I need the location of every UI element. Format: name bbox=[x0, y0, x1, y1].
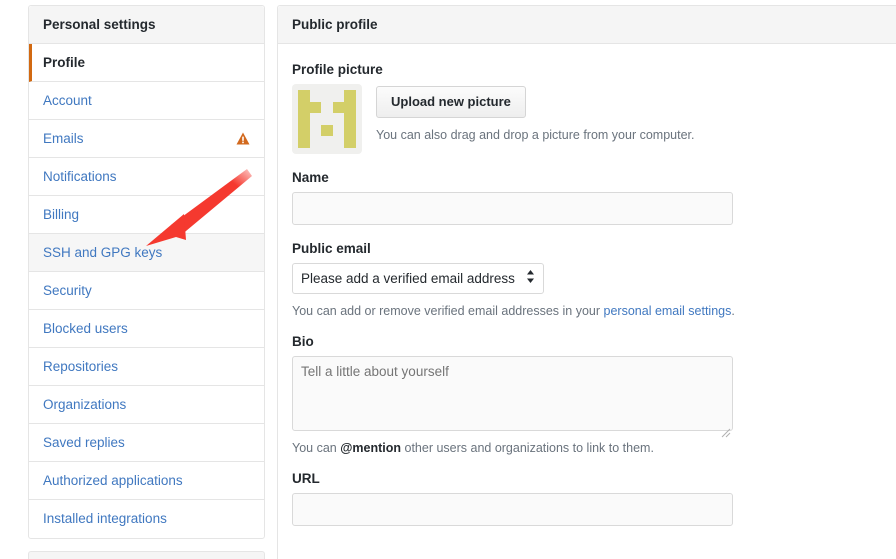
url-input[interactable] bbox=[292, 493, 733, 526]
sidebar-item-label: Repositories bbox=[43, 359, 119, 374]
identicon-cell-0-0 bbox=[298, 90, 310, 102]
sidebar-item-organizations[interactable]: Organizations bbox=[29, 386, 264, 424]
profile-picture-section: Profile picture Upload new picture You c… bbox=[292, 62, 887, 154]
sidebar-item-label: Blocked users bbox=[43, 321, 128, 336]
personal-settings-sidebar: Personal settings Profile Account Emails No… bbox=[28, 5, 265, 539]
sidebar-item-authorized-applications[interactable]: Authorized applications bbox=[29, 462, 264, 500]
identicon-cell-1-3 bbox=[332, 101, 345, 114]
profile-picture-label: Profile picture bbox=[292, 62, 383, 77]
identicon-cell-1-2 bbox=[321, 102, 333, 114]
sidebar-item-label: Notifications bbox=[43, 169, 117, 184]
identicon-cell-2-0 bbox=[298, 113, 310, 125]
sidebar-item-profile[interactable]: Profile bbox=[29, 44, 264, 82]
sidebar-item-label: Profile bbox=[43, 55, 86, 70]
public-email-section: Public email Please add a verified email… bbox=[292, 241, 887, 318]
url-label: URL bbox=[292, 471, 320, 486]
sidebar-item-label: Installed integrations bbox=[43, 511, 167, 526]
bio-hint-after: other users and organizations to link to… bbox=[401, 441, 654, 455]
sidebar-item-label: Authorized applications bbox=[43, 473, 183, 488]
identicon-cell-4-1 bbox=[310, 136, 322, 148]
identicon-cell-2-3 bbox=[333, 113, 345, 125]
drag-drop-note: You can also drag and drop a picture fro… bbox=[376, 127, 695, 142]
avatar-identicon[interactable] bbox=[292, 84, 362, 154]
sidebar-item-label: Saved replies bbox=[43, 435, 125, 450]
identicon-cell-1-1 bbox=[309, 101, 322, 114]
public-profile-panel: Public profile Profile picture Upload ne… bbox=[277, 5, 896, 559]
name-section: Name bbox=[292, 170, 887, 225]
sidebar-item-billing[interactable]: Billing bbox=[29, 196, 264, 234]
sidebar-item-security[interactable]: Security bbox=[29, 272, 264, 310]
sidebar-item-emails[interactable]: Emails bbox=[29, 120, 264, 158]
public-email-hint-before: You can add or remove verified email add… bbox=[292, 304, 604, 318]
mention-keyword: @mention bbox=[340, 441, 402, 455]
public-email-label: Public email bbox=[292, 241, 371, 256]
identicon-cell-3-1 bbox=[310, 125, 322, 137]
settings-page: Personal settings Profile Account Emails No… bbox=[0, 0, 896, 559]
identicon-cell-2-2 bbox=[321, 113, 333, 125]
identicon-cell-4-2 bbox=[321, 136, 333, 148]
sidebar-item-label: Billing bbox=[43, 207, 80, 222]
name-input[interactable] bbox=[292, 192, 733, 225]
personal-email-settings-link[interactable]: personal email settings bbox=[604, 304, 732, 318]
identicon-cell-3-2 bbox=[321, 124, 333, 137]
sidebar-item-saved-replies[interactable]: Saved replies bbox=[29, 424, 264, 462]
sidebar-item-label: Emails bbox=[43, 131, 84, 146]
profile-form: Profile picture Upload new picture You c… bbox=[278, 44, 896, 526]
sidebar-item-repositories[interactable]: Repositories bbox=[29, 348, 264, 386]
public-email-hint-after: . bbox=[731, 304, 735, 318]
sidebar-item-label: Organizations bbox=[43, 397, 127, 412]
identicon-cell-0-1 bbox=[310, 90, 322, 102]
sidebar-item-installed-integrations[interactable]: Installed integrations bbox=[29, 500, 264, 538]
public-email-hint: You can add or remove verified email add… bbox=[292, 304, 887, 318]
identicon-cell-0-4 bbox=[344, 90, 356, 102]
identicon-cell-3-0 bbox=[298, 124, 310, 137]
sidebar-item-label: SSH and GPG keys bbox=[43, 245, 163, 260]
sidebar-nav-list: Profile Account Emails Notifications Billing… bbox=[29, 44, 264, 538]
identicon-cell-1-4 bbox=[344, 101, 356, 114]
bio-label: Bio bbox=[292, 334, 314, 349]
warning-triangle-icon bbox=[236, 132, 250, 146]
name-label: Name bbox=[292, 170, 329, 185]
identicon-cell-0-3 bbox=[333, 90, 345, 102]
panel-title: Public profile bbox=[278, 6, 896, 44]
bio-section: Bio You can @mention other users and org… bbox=[292, 334, 887, 455]
bio-hint-before: You can bbox=[292, 441, 341, 455]
sidebar-item-label: Security bbox=[43, 283, 92, 298]
bio-textarea[interactable] bbox=[292, 356, 733, 431]
identicon-cell-4-4 bbox=[344, 136, 356, 148]
identicon-cell-1-0 bbox=[298, 101, 310, 114]
sidebar-item-notifications[interactable]: Notifications bbox=[29, 158, 264, 196]
sidebar-item-blocked-users[interactable]: Blocked users bbox=[29, 310, 264, 348]
sidebar-item-ssh-and-gpg-keys[interactable]: SSH and GPG keys bbox=[29, 234, 264, 272]
identicon-cell-4-3 bbox=[333, 136, 345, 148]
identicon-cell-3-3 bbox=[333, 125, 345, 137]
identicon-cell-3-4 bbox=[344, 124, 356, 137]
identicon-cell-2-1 bbox=[310, 113, 322, 125]
url-section: URL bbox=[292, 471, 887, 526]
identicon-cell-0-2 bbox=[321, 90, 333, 102]
sidebar-item-account[interactable]: Account bbox=[29, 82, 264, 120]
identicon-cell-4-0 bbox=[298, 136, 310, 148]
bio-hint: You can @mention other users and organiz… bbox=[292, 441, 887, 455]
sidebar-item-label: Account bbox=[43, 93, 92, 108]
public-email-select[interactable]: Please add a verified email address bbox=[292, 263, 544, 294]
upload-new-picture-button[interactable]: Upload new picture bbox=[376, 86, 526, 118]
identicon-cell-2-4 bbox=[344, 113, 356, 125]
sidebar-secondary-panel bbox=[28, 551, 265, 559]
sidebar-header: Personal settings bbox=[29, 6, 264, 44]
